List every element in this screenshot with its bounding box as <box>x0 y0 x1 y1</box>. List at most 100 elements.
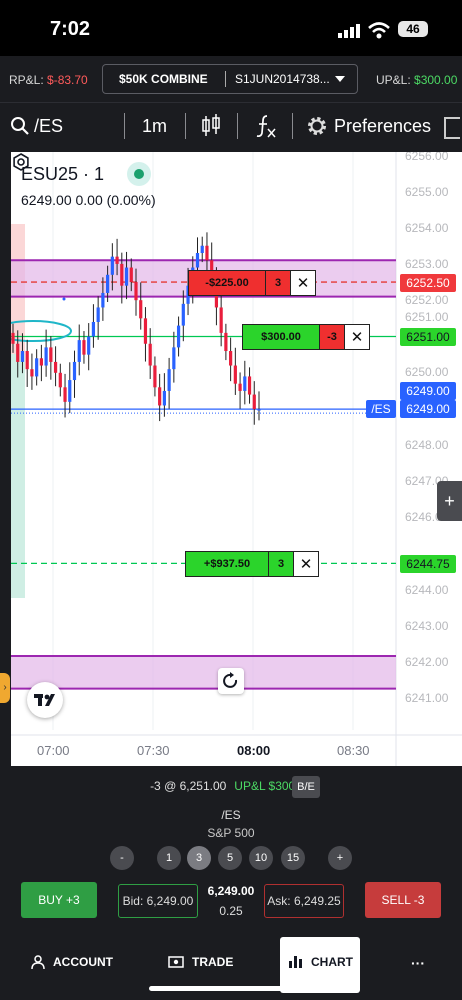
candle-body <box>16 343 20 362</box>
candle-body <box>11 332 15 344</box>
candlestick-chart-type-icon[interactable] <box>201 114 221 138</box>
nav-account[interactable]: ACCOUNT <box>31 955 113 969</box>
price-axis-label: 6255.00 <box>405 185 449 199</box>
mark-price-tag: 6249.00 <box>400 400 456 418</box>
candle-body <box>153 365 157 388</box>
candle-body <box>148 343 152 366</box>
price-axis-label: 6256.00 <box>405 152 449 163</box>
account-id: S1JUN2014738... <box>235 72 330 86</box>
candle-body <box>106 274 110 293</box>
wifi-icon <box>368 22 390 39</box>
candle-body <box>96 307 100 322</box>
candle-body <box>53 361 58 373</box>
rpl-value: $-83.70 <box>47 73 88 87</box>
stop-order-amount: -$225.00 <box>189 271 265 295</box>
timeframe-button[interactable]: 1m <box>142 116 167 137</box>
chart-quote: 6249.00 0.00 (0.00%) <box>21 192 156 208</box>
realized-pnl: RP&L: $-83.70 <box>9 73 88 87</box>
candle-body <box>20 351 25 362</box>
candle-body <box>224 332 228 352</box>
reset-chart-button[interactable] <box>218 668 244 694</box>
indicators-fx-icon[interactable] <box>255 113 277 139</box>
target-order-label[interactable]: +$937.50 3 ✕ <box>185 551 319 577</box>
price-axis-label: 6248.00 <box>405 438 449 452</box>
price-axis-label: 6242.00 <box>405 655 449 669</box>
cash-icon <box>168 956 184 968</box>
qty-10-button[interactable]: 10 <box>249 846 273 870</box>
candle-body <box>87 336 91 355</box>
last-price-tag: 6249.00 <box>400 382 456 400</box>
qty-1-button[interactable]: 1 <box>157 846 181 870</box>
price-axis-label: 6244.00 <box>405 583 449 597</box>
account-selector[interactable]: $50K COMBINE S1JUN2014738... <box>102 64 358 94</box>
drawing-marker <box>62 297 66 301</box>
rpl-label: RP&L: <box>9 73 44 87</box>
nav-chart[interactable]: CHART <box>289 955 353 969</box>
nav-trade-label: TRADE <box>192 955 234 969</box>
close-icon[interactable]: ✕ <box>344 325 369 349</box>
candle-body <box>162 390 166 406</box>
stop-order-label[interactable]: -$225.00 3 ✕ <box>188 270 316 296</box>
gear-icon[interactable] <box>306 115 328 137</box>
price-axis-label: 6241.00 <box>405 691 449 705</box>
ask-button[interactable]: Ask: 6,249.25 <box>264 884 344 918</box>
price-axis-label: 6243.00 <box>405 619 449 633</box>
bar-chart-icon <box>289 956 302 968</box>
candle-body <box>39 358 43 366</box>
candle-body <box>91 321 96 337</box>
person-icon <box>31 955 45 969</box>
more-menu-icon[interactable]: ··· <box>411 955 425 971</box>
candle-body <box>172 347 176 370</box>
candle-body <box>82 340 86 355</box>
fullscreen-icon[interactable] <box>444 117 460 139</box>
price-chart[interactable]: ESU25 · 1 6249.00 0.00 (0.00%) 6252.50 6… <box>11 152 462 766</box>
time-axis-label: 07:30 <box>137 743 170 758</box>
sell-button[interactable]: SELL -3 <box>365 882 441 918</box>
close-icon[interactable]: ✕ <box>293 552 318 576</box>
upl-label: UP&L: <box>376 73 411 87</box>
close-icon[interactable]: ✕ <box>290 271 315 295</box>
qty-3-button[interactable]: 3 <box>187 846 211 870</box>
position-label[interactable]: $300.00 -3 ✕ <box>242 324 370 350</box>
toolbar-divider <box>292 113 293 139</box>
battery-icon: 46 <box>398 21 428 37</box>
search-icon[interactable] <box>10 116 30 136</box>
candle-body <box>176 325 181 348</box>
break-even-button[interactable]: B/E <box>292 776 320 798</box>
target-order-amount: +$937.50 <box>186 552 268 576</box>
candle-body <box>101 292 105 308</box>
position-pnl: $300.00 <box>243 325 319 349</box>
qty-decrease-button[interactable]: - <box>110 846 134 870</box>
symbol-search-button[interactable]: /ES <box>34 116 63 137</box>
entry-price-tag: 6251.00 <box>400 328 456 346</box>
qty-increase-button[interactable]: + <box>328 846 352 870</box>
status-time: 7:02 <box>50 18 91 40</box>
candle-body <box>115 256 119 264</box>
tradingview-logo[interactable] <box>27 682 63 718</box>
chart-title: ESU25 · 1 <box>21 164 105 184</box>
chevron-down-icon <box>335 76 345 82</box>
qty-5-button[interactable]: 5 <box>218 846 242 870</box>
candle-body <box>134 282 138 301</box>
qty-15-button[interactable]: 15 <box>281 846 305 870</box>
unrealized-pnl: UP&L: $300.00 <box>376 73 457 87</box>
target-order-qty: 3 <box>268 552 293 576</box>
add-order-button[interactable]: + <box>437 481 462 521</box>
chart-settings-icon[interactable] <box>11 152 31 172</box>
upl-value: $300.00 <box>414 73 458 87</box>
nav-trade[interactable]: TRADE <box>168 955 233 969</box>
price-axis-label: 6251.00 <box>405 310 449 324</box>
candle-body <box>158 387 162 406</box>
instrument-name: S&P 500 <box>207 826 255 840</box>
refresh-icon <box>223 672 238 688</box>
divider <box>225 71 226 87</box>
candle-body <box>25 351 29 370</box>
toolbar-divider <box>124 113 125 139</box>
price-axis-label: 6253.00 <box>405 257 449 271</box>
market-status-indicator <box>127 162 151 186</box>
instrument-symbol: /ES <box>221 808 241 822</box>
expand-panel-chevron-icon[interactable]: › <box>0 673 10 703</box>
preferences-button[interactable]: Preferences <box>334 116 431 137</box>
price-axis-label: 6254.00 <box>405 221 449 235</box>
candle-body <box>63 387 67 402</box>
